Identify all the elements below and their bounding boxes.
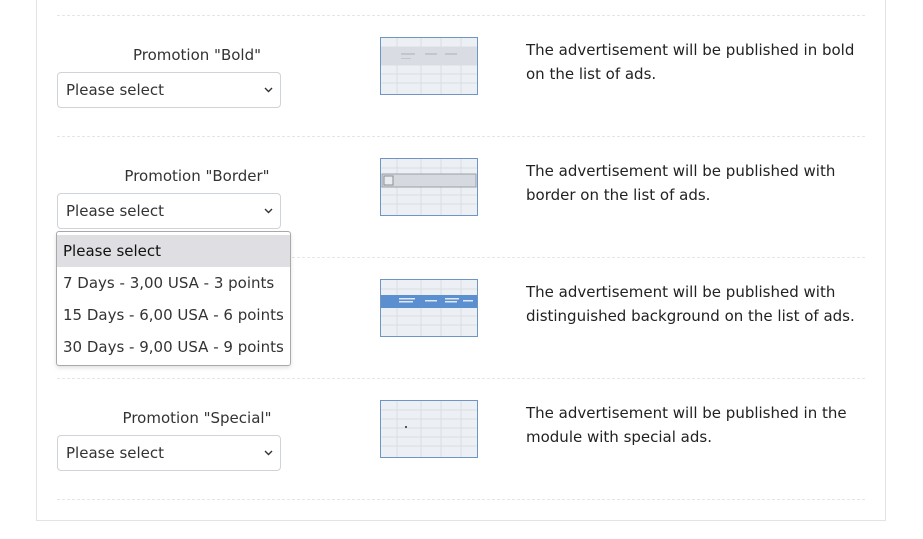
promotion-border-options-list[interactable]: Please select 7 Days - 3,00 USA - 3 poin… — [56, 231, 291, 366]
chevron-down-icon — [263, 194, 273, 228]
border-preview-image — [380, 158, 478, 216]
special-preview-image — [380, 400, 478, 458]
promotion-bold-select[interactable]: Please select — [57, 72, 281, 108]
promotion-description: The advertisement will be published with… — [526, 283, 855, 325]
select-value: Please select — [66, 202, 165, 220]
divider — [57, 499, 865, 500]
promotion-label: Promotion "Border" — [124, 167, 270, 185]
dropdown-option[interactable]: 15 Days - 6,00 USA - 6 points — [57, 299, 290, 331]
promotion-row-bold: Promotion "Bold" Please select The adver… — [0, 0, 923, 121]
dropdown-option[interactable]: Please select — [57, 235, 290, 267]
promotion-description: The advertisement will be published with… — [526, 162, 836, 204]
dropdown-option[interactable]: 7 Days - 3,00 USA - 3 points — [57, 267, 290, 299]
highlight-preview-image — [380, 279, 478, 337]
promotion-label: Promotion "Special" — [122, 409, 272, 427]
select-value: Please select — [66, 444, 165, 462]
promotion-border-select[interactable]: Please select — [57, 193, 281, 229]
promotion-special-select[interactable]: Please select — [57, 435, 281, 471]
dropdown-option[interactable]: 30 Days - 9,00 USA - 9 points — [57, 331, 290, 363]
bold-preview-image — [380, 37, 478, 95]
select-value: Please select — [66, 81, 165, 99]
promotion-description: The advertisement will be published in t… — [526, 404, 847, 446]
chevron-down-icon — [263, 436, 273, 470]
promotion-description: The advertisement will be published in b… — [526, 41, 855, 83]
promotion-label: Promotion "Bold" — [132, 46, 262, 64]
promotion-row-border: Promotion "Border" Please select The adv… — [0, 121, 923, 242]
chevron-down-icon — [263, 73, 273, 107]
promotion-row-special: Promotion "Special" Please select The ad… — [0, 363, 923, 484]
